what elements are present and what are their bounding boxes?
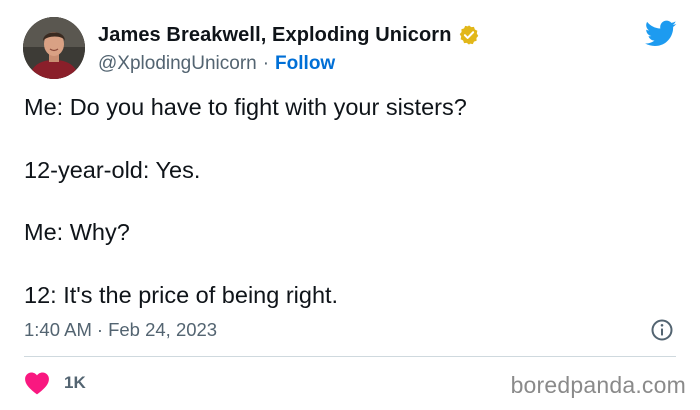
tweet-timestamp[interactable]: 1:40 AM · Feb 24, 2023 [24, 318, 217, 342]
tweet-date: Feb 24, 2023 [108, 319, 218, 340]
tweet-line: 12: It's the price of being right. [24, 281, 339, 308]
follow-button[interactable]: Follow [275, 53, 335, 75]
like-button[interactable]: 1K [24, 370, 86, 396]
divider [24, 356, 676, 357]
twitter-bird-icon[interactable] [645, 20, 677, 48]
author-handle[interactable]: @XplodingUnicorn [98, 53, 257, 75]
info-icon[interactable] [650, 318, 674, 342]
avatar[interactable] [23, 17, 85, 79]
like-count: 1K [64, 373, 86, 392]
tweet-line: Me: Do you have to fight with your siste… [24, 94, 467, 120]
handle-separator: · [262, 53, 270, 74]
author-name[interactable]: James Breakwell, Exploding Unicorn [98, 24, 452, 47]
timestamp-separator: · [96, 319, 104, 340]
tweet-line: 12-year-old: Yes. [24, 156, 201, 183]
verified-badge-icon [459, 25, 478, 45]
tweet-text: Me: Do you have to fight with your siste… [24, 92, 674, 310]
author-block: James Breakwell, Exploding Unicorn @Xplo… [98, 22, 480, 76]
tweet-time: 1:40 AM [24, 319, 92, 340]
tweet-card: James Breakwell, Exploding Unicorn @Xplo… [0, 0, 700, 410]
watermark: boredpanda.com [510, 372, 686, 398]
tweet-line: Me: Why? [24, 219, 130, 245]
heart-icon [25, 372, 49, 395]
